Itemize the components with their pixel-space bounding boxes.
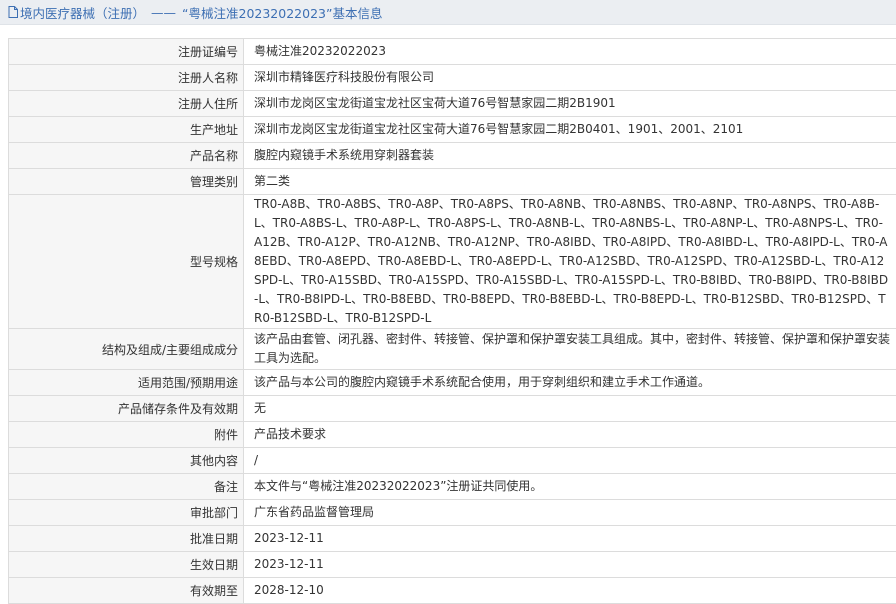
table-row: 产品名称 腹腔内窥镜手术系统用穿刺器套装 [9, 143, 896, 169]
table-row: 管理类别 第二类 [9, 169, 896, 195]
row-value: 本文件与“粤械注准20232022023”注册证共同使用。 [244, 474, 896, 500]
row-value: 该产品与本公司的腹腔内窥镜手术系统配合使用，用于穿刺组织和建立手术工作通道。 [244, 370, 896, 396]
row-label: 批准日期 [9, 526, 244, 552]
row-value: 深圳市龙岗区宝龙街道宝龙社区宝荷大道76号智慧家园二期2B0401、1901、2… [244, 117, 896, 143]
row-label: 生效日期 [9, 552, 244, 578]
row-value: 2023-12-11 [244, 552, 896, 578]
row-label: 有效期至 [9, 578, 244, 604]
row-label: 产品名称 [9, 143, 244, 169]
header-category: 境内医疗器械（注册） [20, 3, 145, 22]
row-label: 注册人住所 [9, 91, 244, 117]
header-title: “粤械注准20232022023”基本信息 [182, 3, 382, 22]
row-value: 广东省药品监督管理局 [244, 500, 896, 526]
table-row: 生产地址 深圳市龙岗区宝龙街道宝龙社区宝荷大道76号智慧家园二期2B0401、1… [9, 117, 896, 143]
table-row: 备注 本文件与“粤械注准20232022023”注册证共同使用。 [9, 474, 896, 500]
row-value: 2028-12-10 [244, 578, 896, 604]
row-label: 管理类别 [9, 169, 244, 195]
row-label: 注册证编号 [9, 39, 244, 65]
table-row: 型号规格 TR0-A8B、TR0-A8BS、TR0-A8P、TR0-A8PS、T… [9, 195, 896, 329]
row-value: / [244, 448, 896, 474]
row-value: 深圳市龙岗区宝龙街道宝龙社区宝荷大道76号智慧家园二期2B1901 [244, 91, 896, 117]
row-label: 其他内容 [9, 448, 244, 474]
registration-info-table: 注册证编号 粤械注准20232022023 注册人名称 深圳市精锋医疗科技股份有… [8, 38, 896, 604]
table-row: 注册人名称 深圳市精锋医疗科技股份有限公司 [9, 65, 896, 91]
table-row: 批准日期 2023-12-11 [9, 526, 896, 552]
row-label: 结构及组成/主要组成成分 [9, 329, 244, 370]
row-value: 该产品由套管、闭孔器、密封件、转接管、保护罩和保护罩安装工具组成。其中，密封件、… [244, 329, 896, 370]
table-row: 注册证编号 粤械注准20232022023 [9, 39, 896, 65]
info-container: 注册证编号 粤械注准20232022023 注册人名称 深圳市精锋医疗科技股份有… [0, 25, 896, 604]
row-value: 2023-12-11 [244, 526, 896, 552]
row-label: 注册人名称 [9, 65, 244, 91]
table-row: 结构及组成/主要组成成分 该产品由套管、闭孔器、密封件、转接管、保护罩和保护罩安… [9, 329, 896, 370]
document-icon [8, 6, 18, 18]
row-label: 生产地址 [9, 117, 244, 143]
row-value: TR0-A8B、TR0-A8BS、TR0-A8P、TR0-A8PS、TR0-A8… [244, 195, 896, 329]
row-label: 型号规格 [9, 195, 244, 329]
table-row: 适用范围/预期用途 该产品与本公司的腹腔内窥镜手术系统配合使用，用于穿刺组织和建… [9, 370, 896, 396]
table-row: 生效日期 2023-12-11 [9, 552, 896, 578]
row-value: 无 [244, 396, 896, 422]
row-label: 审批部门 [9, 500, 244, 526]
table-row: 注册人住所 深圳市龙岗区宝龙街道宝龙社区宝荷大道76号智慧家园二期2B1901 [9, 91, 896, 117]
table-row: 其他内容 / [9, 448, 896, 474]
page-header: 境内医疗器械（注册） —— “粤械注准20232022023”基本信息 [0, 0, 896, 25]
row-value: 腹腔内窥镜手术系统用穿刺器套装 [244, 143, 896, 169]
table-row: 产品储存条件及有效期 无 [9, 396, 896, 422]
row-value: 第二类 [244, 169, 896, 195]
row-label: 备注 [9, 474, 244, 500]
header-separator: —— [151, 5, 176, 20]
row-label: 附件 [9, 422, 244, 448]
row-value: 粤械注准20232022023 [244, 39, 896, 65]
table-row: 附件 产品技术要求 [9, 422, 896, 448]
row-label: 适用范围/预期用途 [9, 370, 244, 396]
row-value: 产品技术要求 [244, 422, 896, 448]
row-value: 深圳市精锋医疗科技股份有限公司 [244, 65, 896, 91]
row-label: 产品储存条件及有效期 [9, 396, 244, 422]
table-row: 审批部门 广东省药品监督管理局 [9, 500, 896, 526]
table-row: 有效期至 2028-12-10 [9, 578, 896, 604]
